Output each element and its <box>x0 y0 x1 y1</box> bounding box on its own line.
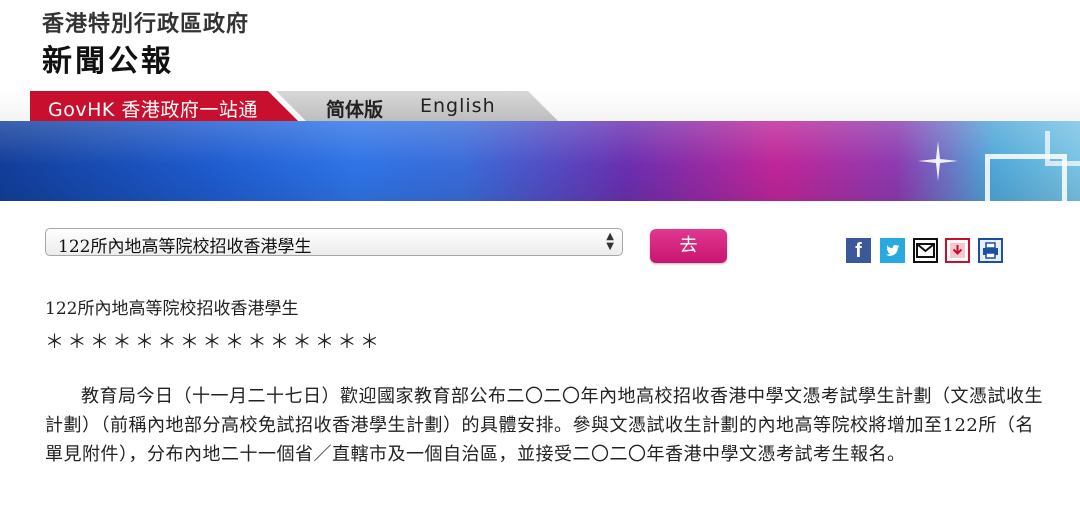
facebook-icon[interactable]: f <box>846 238 871 263</box>
english-link[interactable]: English <box>420 95 496 117</box>
press-release-select[interactable]: 122所內地高等院校招收香港學生 ▲ ▼ <box>45 228 623 257</box>
banner-frame-shape-small <box>1045 131 1080 166</box>
government-name: 香港特別行政區政府 <box>42 12 250 37</box>
twitter-icon[interactable] <box>880 238 905 263</box>
download-glyph <box>950 243 965 258</box>
top-navigation: 简体版 English GovHK 香港政府一站通 <box>0 89 1080 121</box>
sparkle-icon <box>918 141 958 181</box>
article-body: 教育局今日（十一月二十七日）歡迎國家教育部公布二〇二〇年內地高校招收香港中學文憑… <box>45 386 1043 465</box>
go-button[interactable]: 去 <box>650 229 727 263</box>
govhk-link[interactable]: GovHK 香港政府一站通 <box>30 91 298 121</box>
article-toolbar: 122所內地高等院校招收香港學生 ▲ ▼ 去 f <box>0 214 1080 270</box>
envelope-glyph <box>916 243 935 258</box>
printer-glyph <box>983 242 998 259</box>
title-separator: ＊＊＊＊＊＊＊＊＊＊＊＊＊＊＊ <box>45 331 383 353</box>
press-release-article: 122所內地高等院校招收香港學生 ＊＊＊＊＊＊＊＊＊＊＊＊＊＊＊ 教育局今日（十… <box>45 294 1045 487</box>
email-icon[interactable] <box>913 238 938 263</box>
govhk-label: GovHK 香港政府一站通 <box>48 99 258 121</box>
language-tab-shape <box>276 91 558 121</box>
download-icon[interactable] <box>945 238 970 263</box>
print-icon[interactable] <box>978 238 1003 263</box>
simplified-chinese-link[interactable]: 简体版 <box>326 95 383 122</box>
twitter-bird-glyph <box>886 244 900 256</box>
language-tabs: 简体版 English <box>276 91 558 121</box>
select-arrows-icon: ▲ ▼ <box>606 231 614 252</box>
press-releases-title: 新聞公報 <box>42 44 174 79</box>
decorative-banner <box>0 121 1080 201</box>
select-current-value: 122所內地高等院校招收香港學生 <box>58 237 312 257</box>
article-title: 122所內地高等院校招收香港學生 <box>45 299 299 319</box>
masthead: 香港特別行政區政府 新聞公報 <box>0 0 1080 90</box>
